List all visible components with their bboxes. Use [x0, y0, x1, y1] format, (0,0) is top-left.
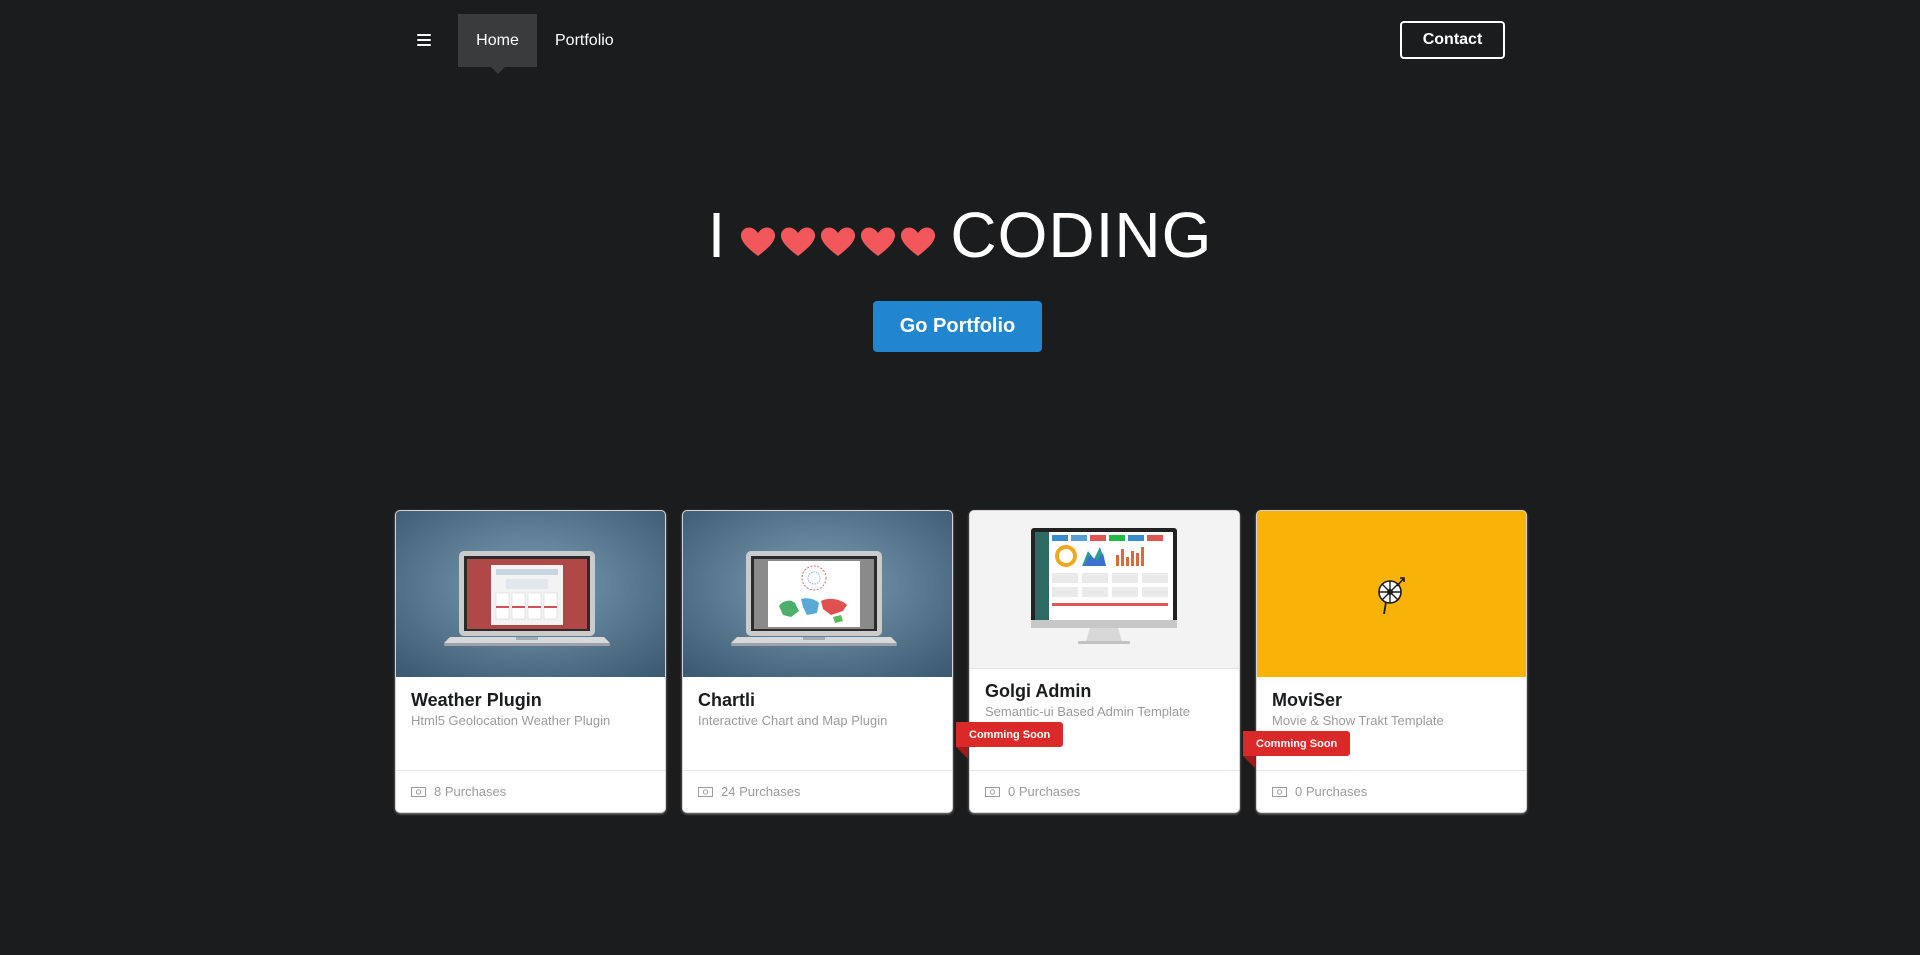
nav-item-home-label: Home [476, 31, 519, 49]
heart-icon [741, 227, 776, 256]
money-icon [411, 786, 426, 797]
card-image-monitor [970, 511, 1239, 669]
heart-icon [901, 227, 936, 256]
card-subtitle: Movie & Show Trakt Template [1272, 713, 1444, 728]
purchases-count: 0 Purchases [1295, 784, 1368, 799]
heart-icon [861, 227, 896, 256]
money-icon [1272, 786, 1287, 797]
project-card-weather-plugin[interactable]: Weather Plugin Html5 Geolocation Weather… [396, 511, 665, 812]
coming-soon-ribbon: Comming Soon [1243, 731, 1351, 768]
card-title[interactable]: Golgi Admin [985, 679, 1224, 703]
coming-soon-ribbon: Comming Soon [956, 722, 1064, 759]
nav-item-portfolio-label: Portfolio [555, 31, 614, 49]
nav-item-portfolio[interactable]: Portfolio [536, 14, 633, 67]
card-subtitle: Semantic-ui Based Admin Template [985, 704, 1190, 719]
card-purchases: 24 Purchases [683, 770, 952, 812]
money-icon [698, 786, 713, 797]
purchases-count: 24 Purchases [721, 784, 801, 799]
hero-title: I CODING [0, 196, 1920, 274]
card-purchases: 8 Purchases [396, 770, 665, 812]
nav-item-home[interactable]: Home [458, 14, 537, 74]
heart-icon [781, 227, 816, 256]
card-subtitle: Interactive Chart and Map Plugin [698, 713, 888, 728]
heart-icon [821, 227, 856, 256]
purchases-count: 8 Purchases [434, 784, 507, 799]
card-subtitle: Html5 Geolocation Weather Plugin [411, 713, 611, 728]
card-purchases: 0 Purchases [1257, 770, 1526, 812]
project-card-golgi-admin[interactable]: Golgi Admin Semantic-ui Based Admin Temp… [956, 511, 1239, 812]
card-image-logo [1257, 511, 1526, 677]
card-title[interactable]: Weather Plugin [411, 688, 650, 712]
hero-title-left: I [707, 199, 727, 271]
project-card-chartli[interactable]: Chartli Interactive Chart and Map Plugin… [683, 511, 952, 812]
card-image-laptop [396, 511, 665, 677]
card-title[interactable]: MoviSer [1272, 688, 1511, 712]
card-title[interactable]: Chartli [698, 688, 937, 712]
contact-button[interactable]: Contact [1400, 21, 1505, 59]
go-portfolio-button[interactable]: Go Portfolio [873, 301, 1042, 352]
top-nav: Home Portfolio Contact [0, 0, 1920, 74]
hearts-row [740, 226, 936, 258]
card-purchases: 0 Purchases [970, 770, 1239, 812]
project-card-moviser[interactable]: MoviSer Movie & Show Trakt Template Comm… [1243, 511, 1526, 812]
hamburger-icon[interactable] [404, 14, 444, 66]
money-icon [985, 786, 1000, 797]
card-image-laptop [683, 511, 952, 677]
purchases-count: 0 Purchases [1008, 784, 1081, 799]
hero-title-right: CODING [950, 199, 1213, 271]
